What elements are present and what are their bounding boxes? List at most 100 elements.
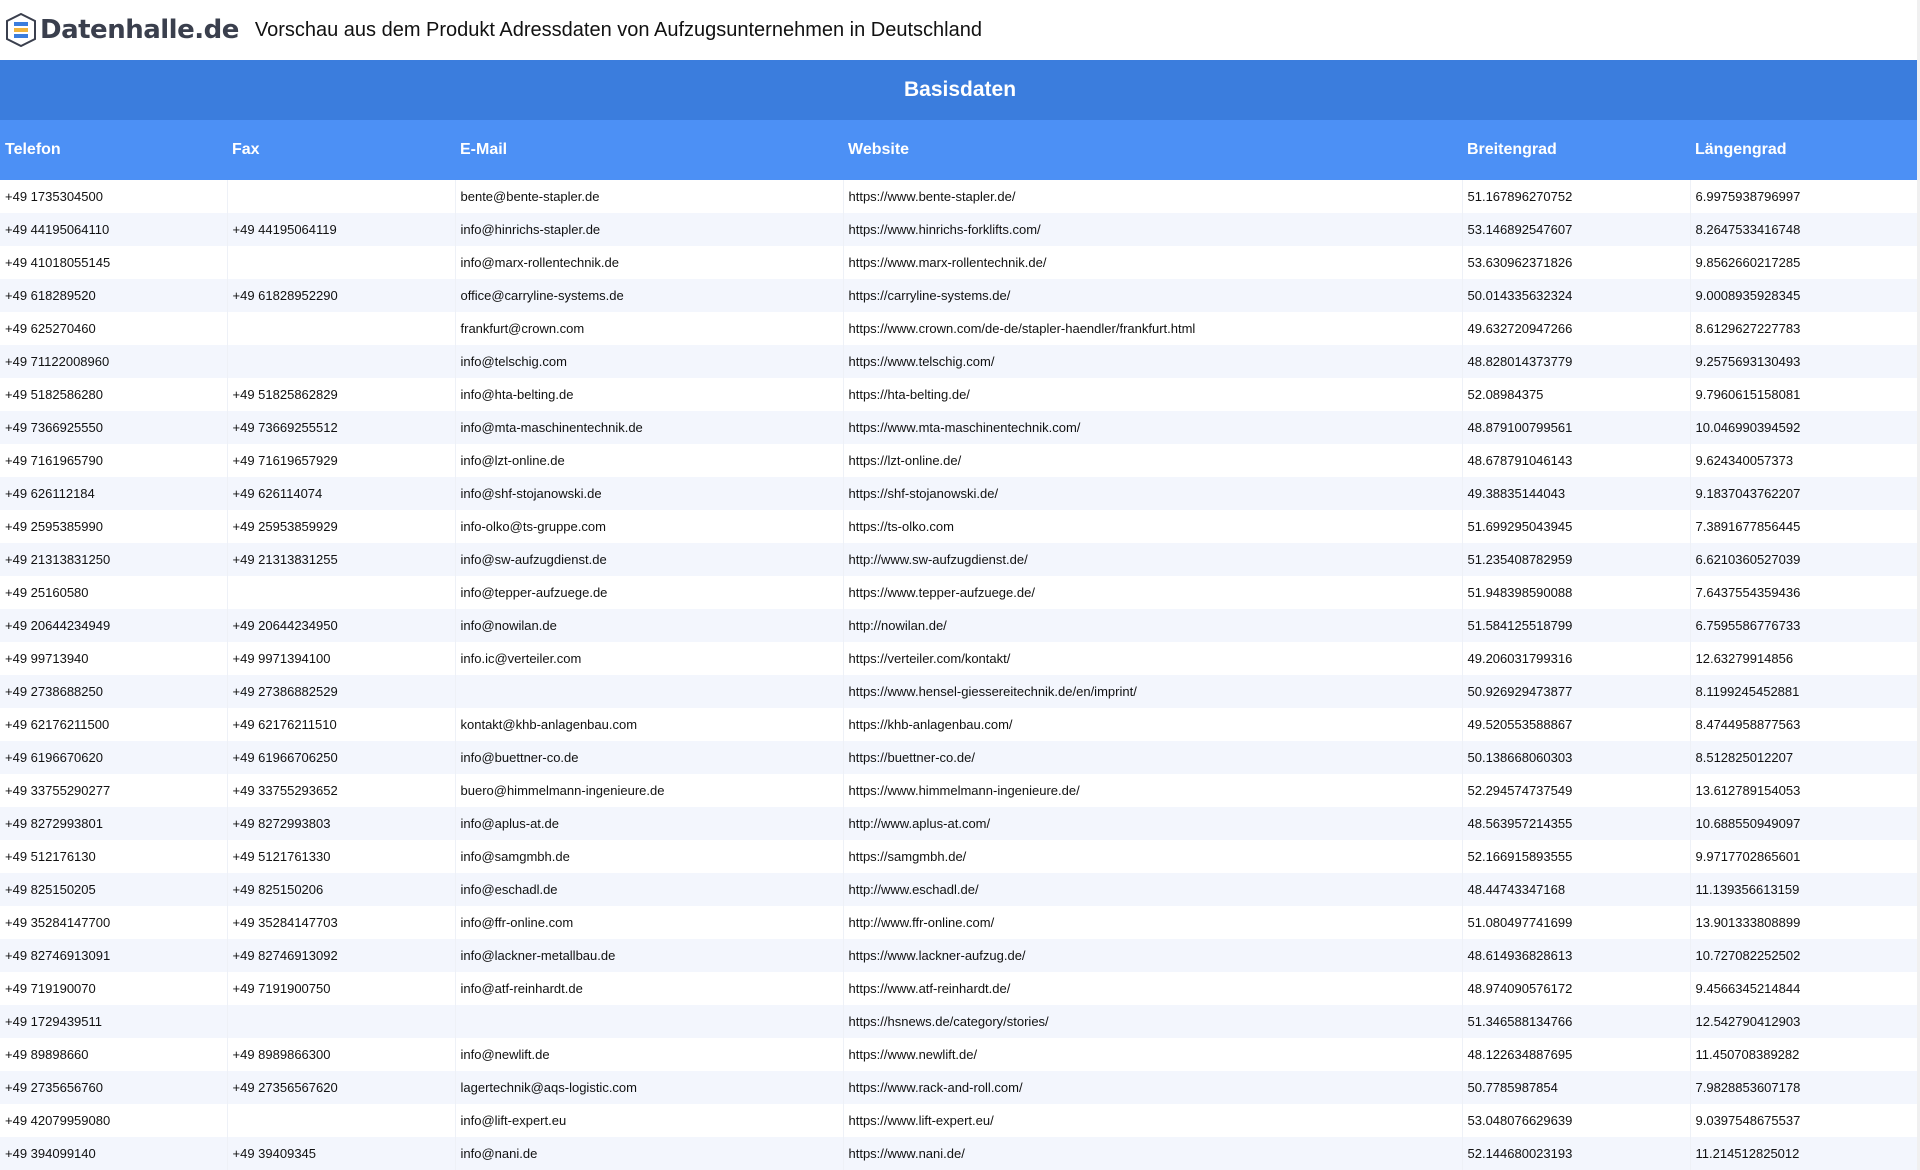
breitengrad-cell: 51.948398590088 <box>1462 576 1691 609</box>
telefon-cell: +49 618289520 <box>0 279 228 312</box>
breitengrad-cell: 48.828014373779 <box>1462 345 1691 378</box>
table-row: +49 44195064110 +49 44195064119 info@hinri… <box>0 213 1920 246</box>
telefon-cell: +49 1729439511 <box>0 1005 228 1038</box>
laengengrad-cell: 13.612789154053 <box>1690 774 1920 807</box>
table-row: +49 625270460 frankfurt@crown.com https://… <box>0 312 1920 345</box>
laengengrad-cell: 6.6210360527039 <box>1690 543 1920 576</box>
email-cell: kontakt@khb-anlagenbau.com <box>455 708 844 741</box>
email-cell: info@atf-reinhardt.de <box>455 972 844 1005</box>
email-cell: info@newlift.de <box>455 1038 844 1071</box>
table-row: +49 8272993801 +49 8272993803 info@aplus-a… <box>0 807 1920 840</box>
website-cell: https://lzt-online.de/ <box>843 444 1463 477</box>
email-cell: info@nani.de <box>455 1137 844 1170</box>
website-cell: https://khb-anlagenbau.com/ <box>843 708 1463 741</box>
email-cell: info@lackner-metallbau.de <box>455 939 844 972</box>
breitengrad-cell: 50.014335632324 <box>1462 279 1691 312</box>
fax-cell: +49 20644234950 <box>227 609 456 642</box>
table-row: +49 394099140 +49 39409345 info@nani.de htt… <box>0 1137 1920 1170</box>
website-cell: https://www.mta-maschinentechnik.com/ <box>843 411 1463 444</box>
website-cell: https://buettner-co.de/ <box>843 741 1463 774</box>
fax-cell: +49 61966706250 <box>227 741 456 774</box>
fax-cell <box>227 576 456 609</box>
data-table: Basisdaten Telefon Fax E-Mail Website Br… <box>0 60 1920 1170</box>
website-cell: https://www.hinrichs-forklifts.com/ <box>843 213 1463 246</box>
breitengrad-cell: 48.974090576172 <box>1462 972 1691 1005</box>
email-cell: info@marx-rollentechnik.de <box>455 246 844 279</box>
breitengrad-cell: 48.678791046143 <box>1462 444 1691 477</box>
website-cell: http://nowilan.de/ <box>843 609 1463 642</box>
breitengrad-cell: 51.167896270752 <box>1462 180 1691 213</box>
laengengrad-cell: 9.2575693130493 <box>1690 345 1920 378</box>
telefon-cell: +49 42079959080 <box>0 1104 228 1137</box>
fax-cell: +49 73669255512 <box>227 411 456 444</box>
fax-cell <box>227 180 456 213</box>
breitengrad-cell: 51.080497741699 <box>1462 906 1691 939</box>
laengengrad-cell: 7.6437554359436 <box>1690 576 1920 609</box>
laengengrad-cell: 8.4744958877563 <box>1690 708 1920 741</box>
fax-cell <box>227 1005 456 1038</box>
telefon-cell: +49 7366925550 <box>0 411 228 444</box>
fax-cell <box>227 1104 456 1137</box>
fax-cell: +49 8272993803 <box>227 807 456 840</box>
website-cell: https://www.crown.com/de-de/stapler-haen… <box>843 312 1463 345</box>
fax-cell: +49 33755293652 <box>227 774 456 807</box>
logo-text: Datenhalle.de <box>40 15 239 45</box>
website-cell: https://hta-belting.de/ <box>843 378 1463 411</box>
fax-cell: +49 21313831255 <box>227 543 456 576</box>
breitengrad-cell: 48.879100799561 <box>1462 411 1691 444</box>
website-cell: https://www.himmelmann-ingenieure.de/ <box>843 774 1463 807</box>
fax-cell: +49 82746913092 <box>227 939 456 972</box>
breitengrad-cell: 48.563957214355 <box>1462 807 1691 840</box>
telefon-cell: +49 8272993801 <box>0 807 228 840</box>
website-cell: https://carryline-systems.de/ <box>843 279 1463 312</box>
website-cell: http://www.eschadl.de/ <box>843 873 1463 906</box>
telefon-cell: +49 394099140 <box>0 1137 228 1170</box>
fax-cell: +49 35284147703 <box>227 906 456 939</box>
breitengrad-cell: 52.166915893555 <box>1462 840 1691 873</box>
breitengrad-cell: 51.584125518799 <box>1462 609 1691 642</box>
fax-cell: +49 9971394100 <box>227 642 456 675</box>
telefon-cell: +49 41018055145 <box>0 246 228 279</box>
telefon-cell: +49 2735656760 <box>0 1071 228 1104</box>
email-cell: info@shf-stojanowski.de <box>455 477 844 510</box>
datenhalle-logo[interactable]: Datenhalle.de <box>6 13 239 47</box>
telefon-cell: +49 33755290277 <box>0 774 228 807</box>
fax-cell: +49 25953859929 <box>227 510 456 543</box>
telefon-cell: +49 62176211500 <box>0 708 228 741</box>
laengengrad-cell: 9.4566345214844 <box>1690 972 1920 1005</box>
telefon-cell: +49 512176130 <box>0 840 228 873</box>
table-row: +49 2735656760 +49 27356567620 lagertechni… <box>0 1071 1920 1104</box>
breitengrad-cell: 51.235408782959 <box>1462 543 1691 576</box>
email-cell: info@lzt-online.de <box>455 444 844 477</box>
laengengrad-cell: 7.9828853607178 <box>1690 1071 1920 1104</box>
email-cell: info@sw-aufzugdienst.de <box>455 543 844 576</box>
breitengrad-cell: 53.630962371826 <box>1462 246 1691 279</box>
table-row: +49 20644234949 +49 20644234950 info@nowil… <box>0 609 1920 642</box>
email-cell: info-olko@ts-gruppe.com <box>455 510 844 543</box>
laengengrad-cell: 10.727082252502 <box>1690 939 1920 972</box>
table-row: +49 512176130 +49 5121761330 info@samgmbh.… <box>0 840 1920 873</box>
laengengrad-cell: 11.450708389282 <box>1690 1038 1920 1071</box>
telefon-cell: +49 99713940 <box>0 642 228 675</box>
breitengrad-cell: 48.614936828613 <box>1462 939 1691 972</box>
email-cell <box>455 1005 844 1038</box>
breitengrad-cell: 49.632720947266 <box>1462 312 1691 345</box>
table-row: +49 2595385990 +49 25953859929 info-olko@t… <box>0 510 1920 543</box>
telefon-cell: +49 626112184 <box>0 477 228 510</box>
telefon-cell: +49 719190070 <box>0 972 228 1005</box>
fax-cell: +49 27386882529 <box>227 675 456 708</box>
table-row: +49 71122008960 info@telschig.com https://… <box>0 345 1920 378</box>
breitengrad-cell: 50.138668060303 <box>1462 741 1691 774</box>
email-cell: info.ic@verteiler.com <box>455 642 844 675</box>
telefon-cell: +49 7161965790 <box>0 444 228 477</box>
laengengrad-cell: 12.542790412903 <box>1690 1005 1920 1038</box>
telefon-cell: +49 625270460 <box>0 312 228 345</box>
website-cell: http://www.sw-aufzugdienst.de/ <box>843 543 1463 576</box>
laengengrad-cell: 9.0397548675537 <box>1690 1104 1920 1137</box>
telefon-cell: +49 25160580 <box>0 576 228 609</box>
email-cell: info@eschadl.de <box>455 873 844 906</box>
email-cell: info@nowilan.de <box>455 609 844 642</box>
laengengrad-cell: 8.2647533416748 <box>1690 213 1920 246</box>
fax-cell: +49 825150206 <box>227 873 456 906</box>
laengengrad-cell: 8.512825012207 <box>1690 741 1920 774</box>
